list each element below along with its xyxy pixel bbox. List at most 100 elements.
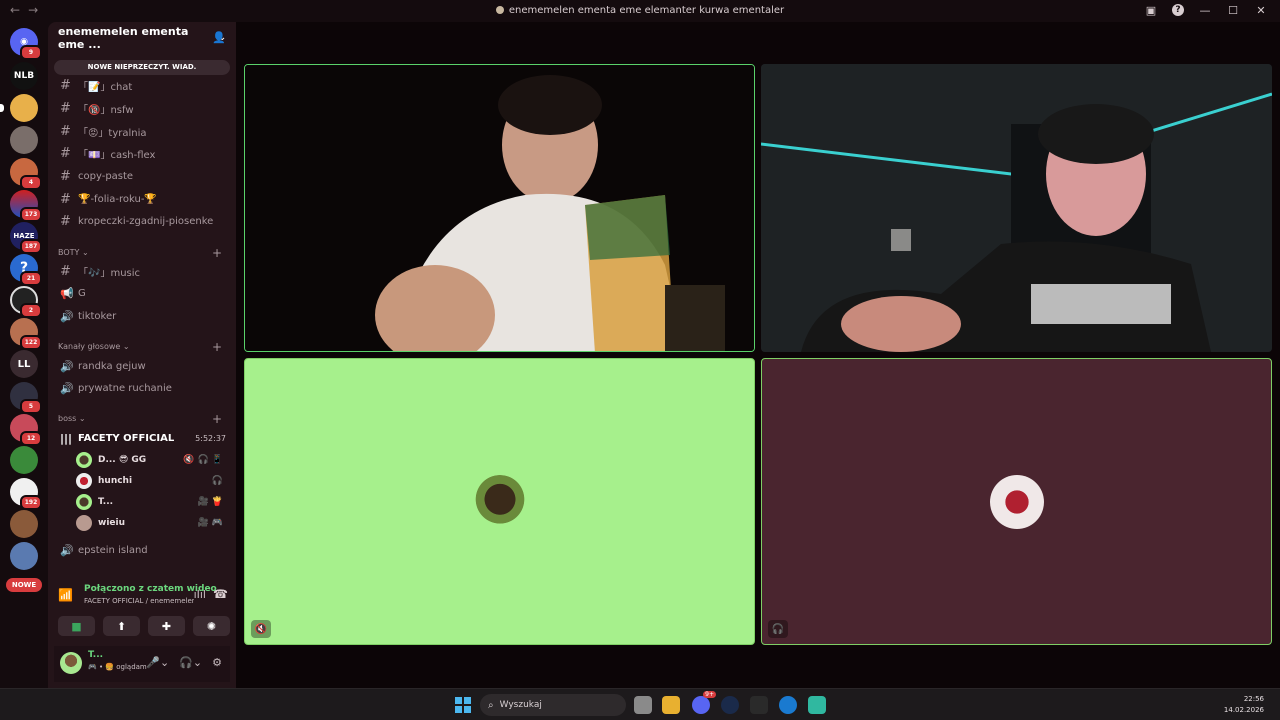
channel-item[interactable]: # 「🎶」music [54, 261, 230, 281]
microphone-icon[interactable]: 🎤⌄ [146, 656, 169, 669]
channel-label: copy-paste [78, 170, 134, 182]
channel-item[interactable]: 🔊 randka gejuw [54, 356, 230, 376]
add-channel-icon[interactable]: + [212, 412, 222, 426]
windows-start-icon[interactable] [455, 697, 471, 713]
signal-icon[interactable]: 📶 [58, 588, 73, 602]
screen-share-button[interactable]: ⬆ [103, 616, 140, 636]
server-item[interactable]: NLB [10, 62, 38, 90]
server-item[interactable]: HAZE 187 [10, 222, 42, 254]
voice-user[interactable]: hunchi 🎧 [76, 471, 226, 491]
video-tile[interactable] [244, 64, 755, 352]
server-item[interactable]: LL [10, 350, 38, 378]
server-item[interactable]: 2 [10, 286, 42, 318]
disconnect-icon[interactable]: ☎ [213, 587, 228, 601]
hash-icon: # [60, 100, 71, 116]
channel-label: prywatne ruchanie [78, 382, 172, 394]
channel-item[interactable]: # 🏆-folia-roku-🏆 [54, 189, 230, 209]
add-channel-icon[interactable]: + [212, 340, 222, 354]
voice-user[interactable]: T... 🎥🍟 [76, 492, 226, 512]
soundboard-button[interactable]: ✺ [193, 616, 230, 636]
game-icon[interactable] [750, 696, 768, 714]
user-name: hunchi [98, 476, 133, 486]
hash-icon: # [60, 263, 71, 279]
headphones-icon[interactable]: 🎧⌄ [179, 656, 202, 669]
video-tile[interactable] [761, 64, 1272, 352]
camera-button[interactable]: ■ [58, 616, 95, 636]
server-item[interactable]: ? 21 [10, 254, 42, 286]
taskbar-search[interactable]: ⌕ Wyszukaj [480, 694, 626, 716]
home-button[interactable]: ◉ 9 [10, 28, 42, 60]
user-name[interactable]: T... [88, 650, 103, 660]
minimize-button[interactable]: — [1198, 3, 1212, 17]
user-name: T... [98, 497, 114, 507]
server-item[interactable] [0, 94, 38, 122]
voice-location[interactable]: FACETY OFFICIAL / enememelen e... [84, 597, 194, 605]
hash-icon: # [60, 77, 71, 93]
channel-label: 「🎶」music [78, 267, 141, 279]
channel-item[interactable]: 🔊 prywatne ruchanie [54, 378, 230, 398]
unread-badge: 187 [20, 239, 42, 254]
active-voice-channel[interactable]: ||| FACETY OFFICIAL 5:52:37 [54, 428, 230, 448]
server-item[interactable] [10, 510, 38, 538]
gear-icon[interactable]: ⚙ [212, 656, 222, 669]
channel-item[interactable]: # 「📝」chat [54, 75, 230, 95]
channel-item[interactable]: # 「🔞」nsfw [54, 98, 230, 118]
channel-item[interactable]: 🔊 tiktoker [54, 306, 230, 326]
server-item[interactable]: 12 [10, 414, 42, 446]
avatar [990, 475, 1044, 529]
new-unread-banner[interactable]: NOWE NIEPRZECZYT. WIAD. [54, 60, 230, 75]
add-channel-icon[interactable]: + [212, 246, 222, 260]
participant-tile[interactable]: 🎧 [761, 358, 1272, 645]
participant-tile[interactable]: 🔇 [244, 358, 755, 645]
voice-action-buttons: ■ ⬆ ✚ ✺ [58, 616, 230, 636]
channel-item[interactable]: # 「💷」cash-flex [54, 143, 230, 163]
close-button[interactable]: ✕ [1254, 3, 1268, 17]
hash-icon: # [60, 145, 71, 161]
server-icon [495, 6, 504, 14]
category-boty[interactable]: BOTY ⌄ + [58, 246, 228, 260]
server-item[interactable] [10, 542, 38, 570]
category-voice[interactable]: Kanały głosowe ⌄ + [58, 340, 228, 354]
voice-activity-icon: ||| [60, 431, 73, 445]
speaker-icon: 🔊 [60, 309, 74, 323]
activities-button[interactable]: ✚ [148, 616, 185, 636]
channel-item[interactable]: # copy-paste [54, 166, 230, 186]
taskbar-clock[interactable]: 22:56 14.02.2026 [1224, 694, 1264, 716]
server-item[interactable]: 5 [10, 382, 42, 414]
maximize-button[interactable]: ☐ [1226, 3, 1240, 17]
avatar[interactable] [60, 652, 82, 674]
voice-user[interactable]: D... 😎 GG 🔇🎧📱 [76, 450, 226, 470]
channel-item[interactable]: 🔊 epstein island [54, 540, 230, 560]
file-explorer-icon[interactable] [662, 696, 680, 714]
discord-app-icon[interactable]: 9+ [692, 691, 716, 714]
new-servers-pill[interactable]: NOWE [6, 578, 42, 592]
server-item[interactable] [10, 446, 38, 474]
invite-people-icon[interactable]: 👤 [212, 31, 226, 44]
guild-header[interactable]: enememelen ementa eme ... ⌄ 👤 [48, 22, 236, 54]
inbox-icon[interactable]: ▣ [1144, 3, 1158, 17]
avatar [76, 452, 92, 468]
unread-badge: 21 [20, 271, 42, 286]
category-boss[interactable]: boss ⌄ + [58, 412, 228, 426]
server-item[interactable] [10, 126, 38, 154]
help-icon[interactable]: ? [1172, 4, 1184, 16]
server-icon [10, 510, 38, 538]
user-status-icons: 🎧 [211, 476, 226, 486]
server-icon: LL [10, 350, 38, 378]
voice-user[interactable]: wieiu 🎥🎮 [76, 513, 226, 533]
title-bar: ←→ enememelen ementa eme elemanter kurwa… [0, 0, 1280, 22]
app-icon[interactable] [808, 696, 826, 714]
user-name: D... 😎 GG [98, 455, 147, 465]
channel-item[interactable]: # kropeczki-zgadnij-piosenke [54, 211, 230, 231]
channel-item[interactable]: # 「😡」tyralnia [54, 121, 230, 141]
avatar [76, 515, 92, 531]
edge-icon[interactable] [779, 696, 797, 714]
channel-item[interactable]: 📢 G [54, 283, 230, 303]
server-item[interactable]: 192 [10, 478, 42, 510]
server-item[interactable]: 122 [10, 318, 42, 350]
server-item[interactable]: 173 [10, 190, 42, 222]
noise-suppression-icon[interactable]: ıIıl [194, 588, 206, 601]
task-view-icon[interactable] [634, 696, 652, 714]
server-item[interactable]: 4 [10, 158, 42, 190]
steam-icon[interactable] [721, 696, 739, 714]
